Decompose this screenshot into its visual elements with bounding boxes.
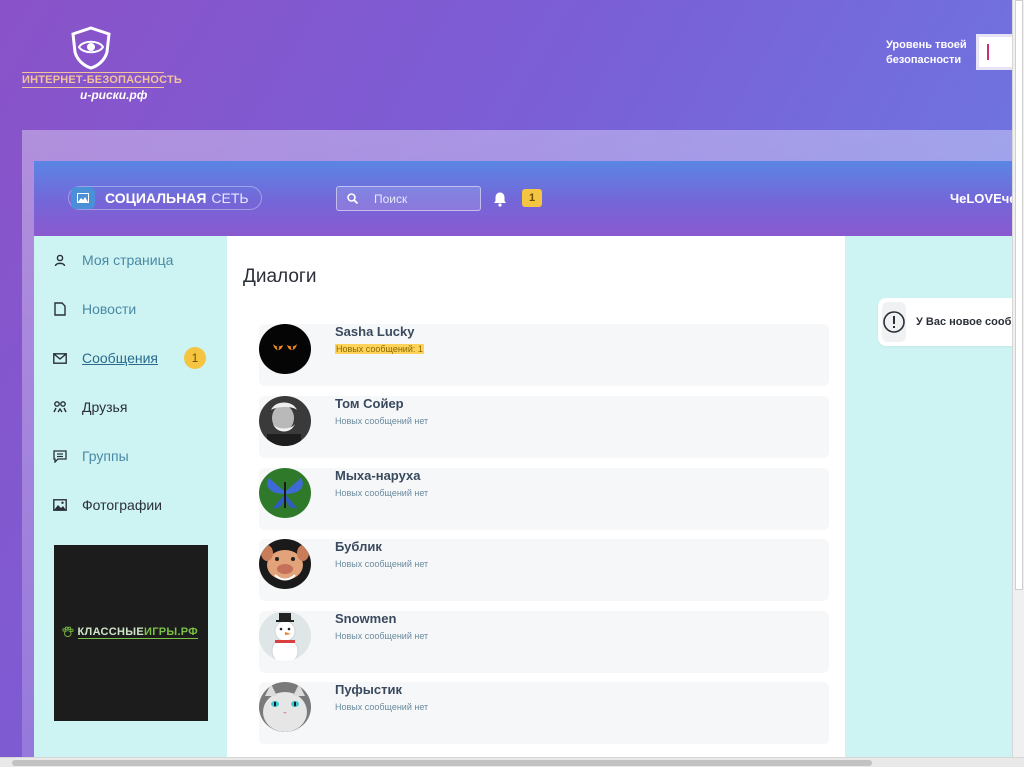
dialog-status: Новых сообщений нет <box>335 702 429 712</box>
top-banner: ИНТЕРНЕТ-БЕЗОПАСНОСТЬ и-риски.рф Уровень… <box>0 0 1024 130</box>
page-title: Диалоги <box>243 266 317 287</box>
sidebar: Моя страница Новости Сообщения 1 Друзья <box>34 236 227 767</box>
ad-text: КЛАССНЫЕИГРЫ.РФ <box>77 625 198 639</box>
dialog-item[interactable]: Sasha Lucky Новых сообщений: 1 <box>259 324 829 386</box>
social-app: СОЦИАЛЬНАЯ СЕТЬ 1 ЧеLOVEчек Моя страница… <box>34 161 1024 767</box>
dialogs-panel: Диалоги Sasha Lucky Новых сообщений: 1 Т… <box>227 236 845 767</box>
sidebar-item-label: Новости <box>82 301 137 317</box>
dialog-item[interactable]: Пуфыстик Новых сообщений нет <box>259 682 829 744</box>
vertical-scrollbar[interactable] <box>1012 0 1024 757</box>
friends-icon <box>52 399 68 415</box>
sidebar-item-label: Сообщения <box>82 350 158 366</box>
notifications-panel: У Вас новое сообщение <box>845 236 1024 767</box>
search-box[interactable] <box>336 186 481 211</box>
dialog-status: Новых сообщений нет <box>335 416 429 426</box>
ad-logo: КЛАССНЫЕИГРЫ.РФ <box>62 619 198 645</box>
dialog-status: Новых сообщений нет <box>335 488 429 498</box>
toast-message: У Вас новое сообщение <box>916 316 1024 328</box>
vertical-scrollbar-thumb[interactable] <box>1015 0 1023 590</box>
messages-count-badge: 1 <box>184 347 206 369</box>
dialog-name: Snowmen <box>335 611 397 626</box>
sidebar-item-label: Друзья <box>82 399 128 415</box>
bell-icon[interactable] <box>492 191 508 207</box>
user-icon <box>52 252 68 268</box>
site-logo[interactable]: ИНТЕРНЕТ-БЕЗОПАСНОСТЬ и-риски.рф <box>20 26 182 104</box>
shield-eye-icon <box>71 26 111 70</box>
brand-title-light: СЕТЬ <box>211 190 249 206</box>
logo-text-main: ИНТЕРНЕТ-БЕЗОПАСНОСТЬ <box>22 72 182 88</box>
sidebar-item-news[interactable]: Новости <box>52 297 136 321</box>
dialog-status: Новых сообщений нет <box>335 631 429 641</box>
horizontal-scrollbar[interactable] <box>0 757 1024 767</box>
search-icon <box>347 193 358 204</box>
sidebar-item-my-page[interactable]: Моя страница <box>52 248 173 272</box>
dialog-name: Мыха-наруха <box>335 468 421 483</box>
new-message-toast[interactable]: У Вас новое сообщение <box>878 298 1024 346</box>
brand-image-icon <box>71 187 95 209</box>
sidebar-item-friends[interactable]: Друзья <box>52 395 127 419</box>
dialog-name: Пуфыстик <box>335 682 402 697</box>
safety-level-label: Уровень твоей безопасности <box>886 39 967 66</box>
sidebar-item-messages[interactable]: Сообщения <box>52 346 158 370</box>
avatar <box>259 539 311 589</box>
envelope-icon <box>52 350 68 366</box>
dialog-name: Том Сойер <box>335 396 404 411</box>
sidebar-item-photos[interactable]: Фотографии <box>52 493 162 517</box>
notifications-badge[interactable]: 1 <box>522 189 542 207</box>
avatar <box>259 324 311 374</box>
sidebar-item-label: Фотографии <box>82 497 163 513</box>
search-input[interactable] <box>374 191 474 206</box>
horizontal-scrollbar-thumb[interactable] <box>12 760 872 766</box>
sidebar-item-label: Группы <box>82 448 129 464</box>
brand-title-bold: СОЦИАЛЬНАЯ <box>105 190 207 206</box>
dialog-item[interactable]: Том Сойер Новых сообщений нет <box>259 396 829 458</box>
paw-icon <box>62 626 74 637</box>
image-icon <box>52 497 68 513</box>
dialog-name: Бублик <box>335 539 382 554</box>
dialog-status: Новых сообщений: 1 <box>335 344 424 354</box>
dialog-item[interactable]: Мыха-наруха Новых сообщений нет <box>259 468 829 530</box>
logo-text-domain: и-риски.рф <box>80 88 148 102</box>
brand[interactable]: СОЦИАЛЬНАЯ СЕТЬ <box>68 186 262 210</box>
avatar <box>259 396 311 446</box>
document-icon <box>52 301 68 317</box>
avatar <box>259 611 311 661</box>
avatar <box>259 682 311 732</box>
chat-icon <box>52 448 68 464</box>
dialog-name: Sasha Lucky <box>335 324 415 339</box>
safety-level-bar <box>987 44 989 60</box>
dialog-item[interactable]: Snowmen Новых сообщений нет <box>259 611 829 673</box>
dialog-item[interactable]: Бублик Новых сообщений нет <box>259 539 829 601</box>
sidebar-item-groups[interactable]: Группы <box>52 444 129 468</box>
dialog-status: Новых сообщений нет <box>335 559 429 569</box>
sidebar-item-label: Моя страница <box>82 252 174 268</box>
app-header: СОЦИАЛЬНАЯ СЕТЬ 1 ЧеLOVEчек <box>34 161 1024 236</box>
alert-icon <box>882 302 906 342</box>
avatar <box>259 468 311 518</box>
ad-banner-games[interactable]: КЛАССНЫЕИГРЫ.РФ <box>54 545 208 721</box>
